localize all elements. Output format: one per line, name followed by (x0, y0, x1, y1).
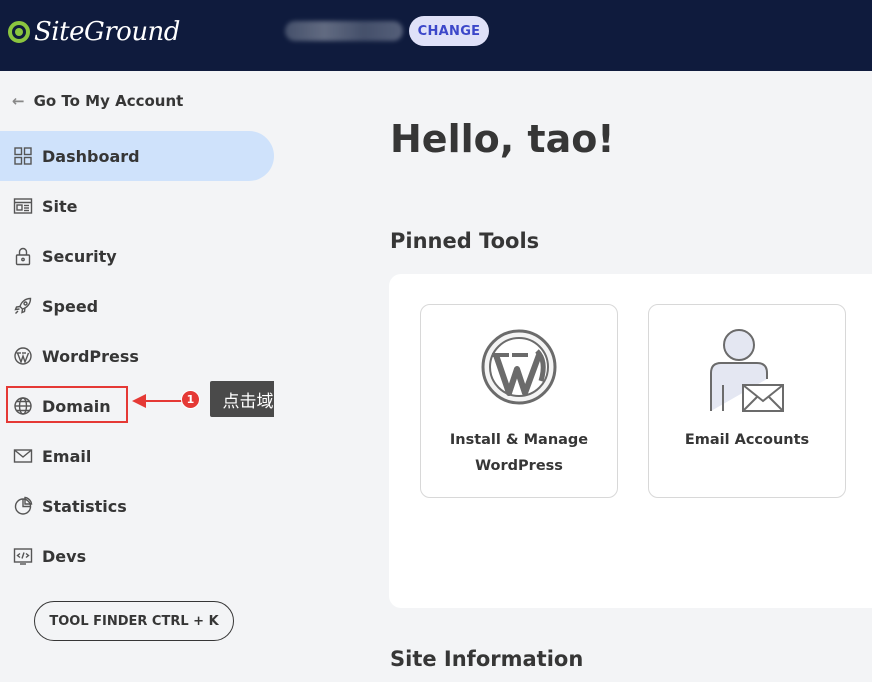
sidebar-item-label: Speed (42, 296, 99, 316)
tool-label-line1: Install & Manage (449, 432, 589, 448)
site-icon (13, 196, 33, 216)
sidebar-item-label: Security (42, 246, 117, 266)
go-to-account-link[interactable]: ← Go To My Account (12, 90, 183, 112)
page-greeting: Hello, tao! (390, 117, 615, 161)
sidebar-item-site[interactable]: Site (0, 181, 274, 231)
sidebar-item-email[interactable]: Email (0, 431, 274, 481)
sidebar-item-security[interactable]: Security (0, 231, 274, 281)
annotation-arrow-icon (132, 394, 146, 408)
domain-highlight-box (6, 386, 128, 423)
tool-card-wordpress[interactable]: Install & Manage WordPress (420, 304, 618, 498)
sidebar-item-label: Dashboard (42, 146, 140, 166)
envelope-icon (13, 446, 33, 466)
code-icon (13, 546, 33, 566)
sidebar-item-devs[interactable]: Devs (0, 531, 274, 581)
tool-label: Install & Manage WordPress (421, 427, 617, 479)
go-to-account-label: Go To My Account (33, 92, 184, 110)
annotation-step-badge: 1 (181, 390, 200, 409)
sidebar-item-label: WordPress (42, 346, 139, 366)
email-accounts-icon (707, 329, 787, 413)
sidebar-item-label: Site (42, 196, 78, 216)
pie-chart-icon (13, 496, 33, 516)
sidebar-item-speed[interactable]: Speed (0, 281, 274, 331)
tool-card-email-accounts[interactable]: Email Accounts (648, 304, 846, 498)
site-information-title: Site Information (390, 647, 584, 671)
sidebar-item-label: Statistics (42, 496, 127, 516)
logo-text: SiteGround (34, 17, 180, 47)
sidebar-item-wordpress[interactable]: WordPress (0, 331, 274, 381)
tool-label-line1: Email Accounts (684, 432, 810, 448)
arrow-left-icon: ← (12, 92, 25, 110)
sidebar-item-label: Devs (42, 546, 87, 566)
annotation-arrow-line (144, 400, 184, 402)
tool-label-line2: WordPress (475, 458, 563, 474)
site-name-redacted (285, 21, 403, 41)
change-site-button[interactable]: CHANGE (409, 16, 489, 46)
sidebar-item-label: Email (42, 446, 92, 466)
logo-mark-icon (8, 21, 30, 43)
sidebar: ← Go To My Account Dashboard Site Securi… (0, 71, 274, 682)
tool-label: Email Accounts (649, 427, 845, 453)
pinned-tools-title: Pinned Tools (390, 229, 540, 253)
rocket-icon (13, 296, 33, 316)
grid-icon (13, 146, 33, 166)
sidebar-item-statistics[interactable]: Statistics (0, 481, 274, 531)
lock-icon (13, 246, 33, 266)
wordpress-logo-icon (479, 329, 559, 413)
sidebar-item-dashboard[interactable]: Dashboard (0, 131, 274, 181)
top-bar: SiteGround CHANGE (0, 0, 872, 71)
siteground-logo[interactable]: SiteGround (8, 14, 180, 50)
wordpress-icon (13, 346, 33, 366)
tool-finder-button[interactable]: TOOL FINDER CTRL + K (34, 601, 234, 641)
main-content: Hello, tao! Pinned Tools Install & Manag… (274, 71, 872, 682)
pinned-tools-panel: Install & Manage WordPress Email Account… (389, 274, 872, 608)
